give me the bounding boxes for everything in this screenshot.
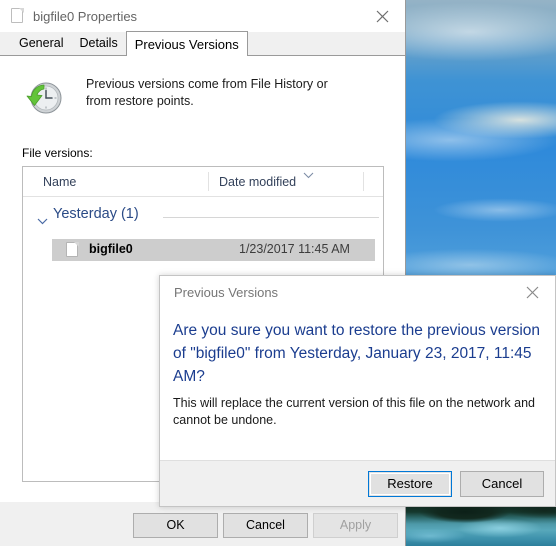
file-row-date-modified: 1/23/2017 11:45 AM — [239, 242, 350, 256]
restore-button[interactable]: Restore — [368, 471, 452, 497]
dialog-cancel-button[interactable]: Cancel — [460, 471, 544, 497]
info-row: Previous versions come from File History… — [22, 76, 382, 120]
info-text: Previous versions come from File History… — [86, 77, 328, 108]
column-divider-2[interactable] — [363, 172, 364, 191]
cancel-button[interactable]: Cancel — [223, 513, 308, 538]
dialog-button-bar: Restore Cancel — [160, 460, 555, 506]
file-versions-label: File versions: — [22, 146, 93, 160]
file-icon — [11, 8, 24, 24]
restore-confirmation-dialog: Previous Versions Are you sure you want … — [159, 275, 556, 507]
dialog-title: Previous Versions — [174, 285, 279, 300]
ok-button[interactable]: OK — [133, 513, 218, 538]
tab-previous-versions[interactable]: Previous Versions — [125, 31, 248, 56]
table-row[interactable]: bigfile0 1/23/2017 11:45 AM — [52, 239, 375, 261]
properties-window-title: bigfile0 Properties — [33, 8, 138, 24]
column-header-date-modified[interactable]: Date modified — [219, 167, 296, 196]
tab-details[interactable]: Details — [71, 32, 125, 56]
group-row-yesterday[interactable]: Yesterday (1) — [23, 203, 383, 233]
clock-restore-icon — [22, 76, 66, 120]
group-divider — [163, 217, 379, 218]
dialog-body: Are you sure you want to restore the pre… — [160, 309, 555, 461]
dialog-titlebar: Previous Versions — [160, 276, 555, 309]
apply-button: Apply — [313, 513, 398, 538]
tab-general[interactable]: General — [11, 32, 71, 56]
close-icon[interactable] — [510, 276, 555, 309]
tab-strip: General Details Previous Versions — [0, 31, 406, 56]
dialog-sub-text: This will replace the current version of… — [173, 396, 535, 427]
water-shoreline — [405, 506, 556, 524]
file-icon — [66, 242, 79, 258]
column-header-name[interactable]: Name — [43, 167, 76, 196]
close-icon[interactable] — [360, 0, 405, 32]
group-label: Yesterday (1) — [53, 206, 139, 222]
properties-button-bar: OK Cancel Apply — [0, 502, 405, 546]
chevron-up-sort-icon — [303, 168, 314, 179]
dialog-main-text: Are you sure you want to restore the pre… — [173, 322, 541, 385]
file-row-name: bigfile0 — [89, 242, 133, 256]
column-divider-1[interactable] — [208, 172, 209, 191]
properties-titlebar: bigfile0 Properties — [0, 0, 405, 32]
chevron-down-icon[interactable] — [37, 214, 48, 225]
list-header: Name Date modified — [23, 167, 383, 197]
